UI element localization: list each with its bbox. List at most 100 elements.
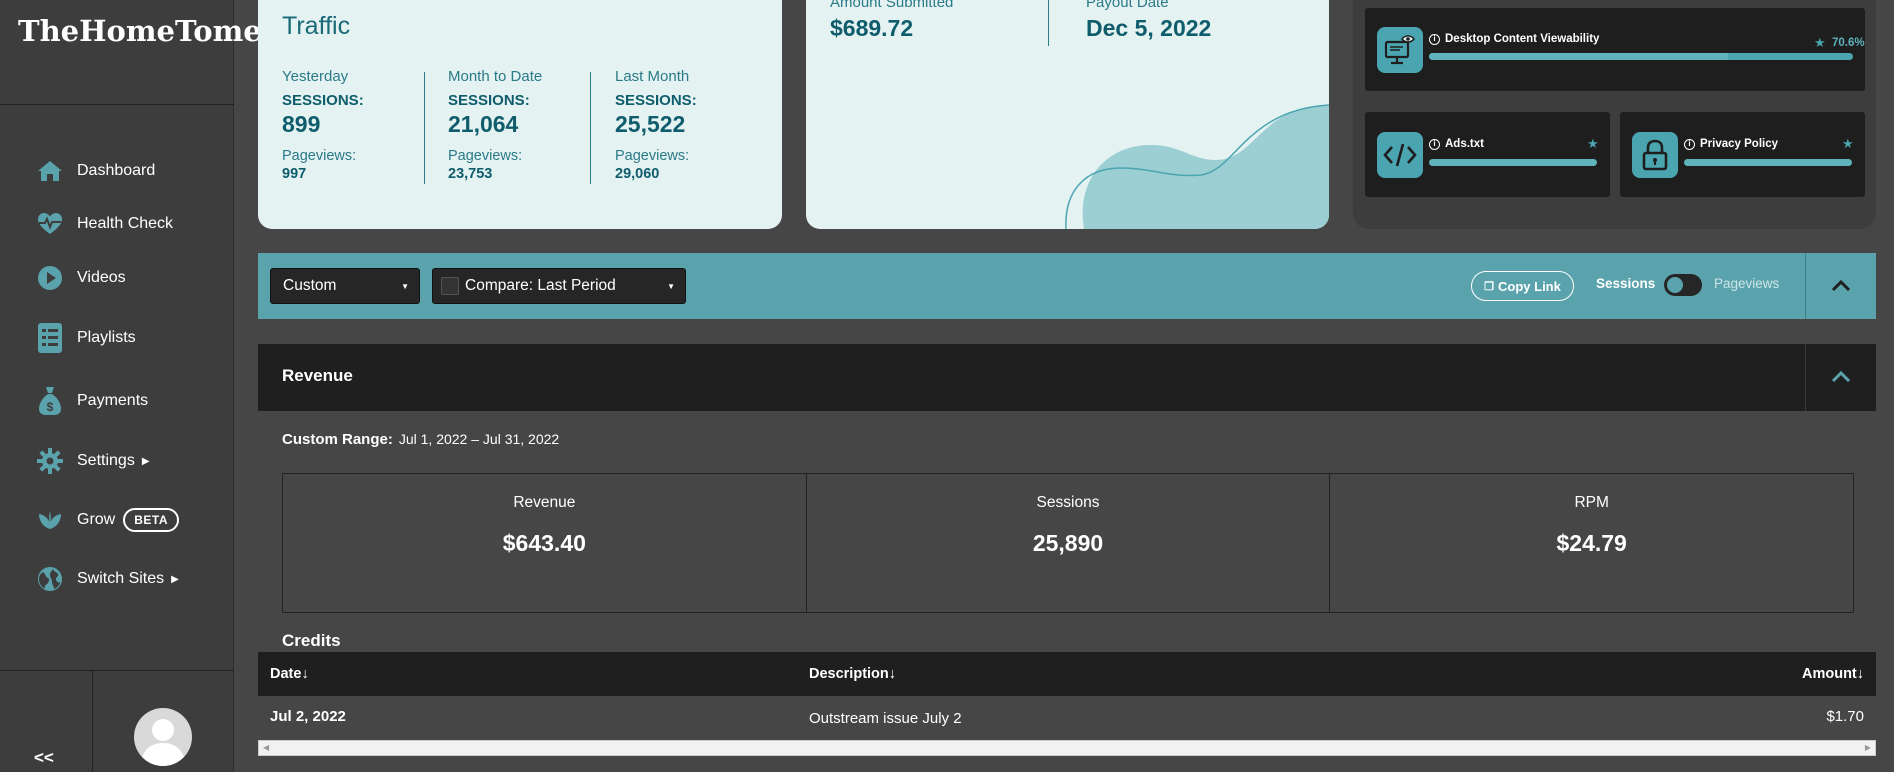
monitor-eye-icon [1377, 27, 1423, 73]
column-header-amount[interactable]: Amount↓ [1802, 666, 1864, 682]
sidebar-item-dashboard[interactable]: Dashboard [36, 155, 155, 187]
period-label: Month to Date [448, 68, 543, 85]
sessions-pageviews-toggle[interactable] [1664, 274, 1702, 296]
sessions-value: 21,064 [448, 111, 519, 137]
health-progress-bar [1429, 53, 1853, 60]
svg-text:$: $ [47, 400, 54, 414]
gear-icon [36, 447, 64, 475]
sidebar-item-playlists[interactable]: Playlists [36, 322, 136, 354]
health-item-desktop-viewability[interactable]: i Desktop Content Viewability ★ 70.6% [1365, 8, 1865, 91]
caret-right-icon: ▶ [171, 573, 179, 585]
date-range-value: Custom [283, 277, 337, 294]
health-check-panel: i Desktop Content Viewability ★ 70.6% i … [1353, 0, 1876, 229]
list-icon [36, 323, 64, 353]
copy-icon: ❐ [1484, 280, 1495, 293]
logo-divider [0, 104, 234, 105]
sidebar-item-grow[interactable]: Grow BETA [36, 504, 180, 536]
sidebar-item-videos[interactable]: Videos [36, 262, 126, 294]
health-item-title: i Desktop Content Viewability [1429, 33, 1599, 45]
health-item-ads-txt[interactable]: i Ads.txt ★ [1365, 112, 1610, 197]
beta-badge: BETA [123, 508, 180, 532]
leaf-icon [36, 506, 64, 534]
traffic-card: Traffic Yesterday SESSIONS: 899 Pageview… [258, 0, 782, 229]
chevron-up-icon [1831, 280, 1851, 292]
pageviews-label: Pageviews: [448, 148, 523, 164]
chevron-up-icon [1831, 371, 1851, 383]
health-item-name: Privacy Policy [1700, 138, 1778, 150]
column-header-description[interactable]: Description↓ [809, 666, 896, 682]
period-label: Yesterday [282, 68, 349, 85]
stat-rpm: RPM $24.79 [1330, 474, 1853, 612]
date-range-select[interactable]: Custom ▼ [270, 268, 420, 304]
health-item-title: i Privacy Policy [1684, 138, 1778, 150]
toggle-label-pageviews: Pageviews [1714, 276, 1780, 291]
dropdown-arrow-icon: ▼ [401, 282, 409, 291]
pageviews-value: 997 [282, 166, 307, 182]
credits-title: Credits [282, 631, 341, 650]
compare-color-swatch [441, 277, 459, 295]
decorative-wave [1065, 104, 1329, 229]
scroll-right-icon[interactable]: ▶ [1865, 743, 1871, 752]
info-icon[interactable]: i [1684, 138, 1695, 150]
traffic-column-month-to-date: Month to Date SESSIONS: 21,064 Pageviews… [448, 68, 598, 182]
health-item-name: Desktop Content Viewability [1445, 33, 1600, 45]
pageviews-value: 23,753 [448, 166, 493, 182]
pageviews-label: Pageviews: [282, 148, 357, 164]
custom-range-label: Custom Range: [282, 431, 393, 448]
sidebar-item-label: Grow [77, 511, 116, 528]
sidebar-item-payments[interactable]: $ Payments [36, 385, 148, 417]
custom-range-value: Jul 1, 2022 – Jul 31, 2022 [398, 431, 560, 447]
table-row: Jul 2, 2022 Outstream issue July 2 $1.70 [258, 696, 1876, 740]
stat-value: $643.40 [502, 530, 586, 556]
compare-select[interactable]: Compare: Last Period ▼ [432, 268, 686, 304]
copy-link-button[interactable]: ❐ Copy Link [1471, 271, 1574, 301]
cell-amount: $1.70 [1826, 708, 1864, 725]
column-header-label: Amount [1801, 666, 1857, 682]
horizontal-scrollbar[interactable]: ◀ ▶ [258, 740, 1876, 756]
sidebar-item-health-check[interactable]: Health Check [36, 208, 173, 240]
payout-card: Amount Submitted $689.72 Payout Date Dec… [806, 0, 1329, 229]
sessions-label: SESSIONS: [282, 92, 364, 109]
collapse-revenue-button[interactable] [1806, 352, 1876, 402]
money-bag-icon: $ [36, 387, 64, 415]
collapse-toolbar-button[interactable] [1806, 261, 1876, 311]
column-divider [590, 72, 591, 184]
star-icon: ★ [1587, 136, 1599, 151]
sidebar-item-label: Switch Sites [77, 570, 165, 587]
health-item-privacy-policy[interactable]: i Privacy Policy ★ [1620, 112, 1865, 197]
toggle-knob [1667, 277, 1683, 293]
sidebar-item-label: Payments [77, 392, 149, 409]
scroll-left-icon[interactable]: ◀ [263, 743, 269, 752]
traffic-column-last-month: Last Month SESSIONS: 25,522 Pageviews: 2… [615, 68, 765, 182]
sidebar-item-settings[interactable]: Settings ▶ [36, 445, 150, 477]
column-header-date[interactable]: Date↓ [270, 666, 309, 682]
sessions-label: SESSIONS: [448, 92, 530, 109]
stat-label: Sessions [1036, 494, 1100, 511]
cell-date: Jul 2, 2022 [270, 708, 346, 725]
stat-label: Revenue [513, 494, 576, 511]
sidebar-footer-divider [92, 670, 93, 772]
stat-label: RPM [1574, 494, 1609, 511]
column-header-label: Date [270, 666, 302, 682]
copy-link-label: Copy Link [1498, 278, 1561, 294]
collapse-sidebar-button[interactable]: << [34, 748, 54, 768]
heartbeat-icon [36, 210, 64, 238]
avatar[interactable] [134, 708, 192, 766]
sidebar-item-label: Dashboard [77, 162, 156, 179]
info-icon[interactable]: i [1429, 33, 1440, 45]
home-icon [36, 157, 64, 185]
revenue-stats: Revenue $643.40 Sessions 25,890 RPM $24.… [282, 473, 1854, 613]
dropdown-arrow-icon: ▼ [667, 282, 675, 291]
info-icon[interactable]: i [1429, 138, 1440, 150]
user-silhouette-icon [141, 719, 185, 766]
stat-value: 25,890 [1032, 530, 1104, 556]
health-item-title: i Ads.txt [1429, 138, 1484, 150]
toggle-label-sessions: Sessions [1596, 276, 1656, 291]
sort-arrow-icon: ↓ [301, 666, 309, 682]
health-progress-bar [1684, 159, 1852, 166]
site-logo[interactable]: TheHomeTome [0, 14, 262, 48]
compare-value: Compare: Last Period [465, 277, 616, 294]
pageviews-label: Pageviews: [615, 148, 690, 164]
sidebar-item-switch-sites[interactable]: Switch Sites ▶ [36, 563, 179, 595]
custom-range: Custom Range: Jul 1, 2022 – Jul 31, 2022 [282, 431, 559, 448]
